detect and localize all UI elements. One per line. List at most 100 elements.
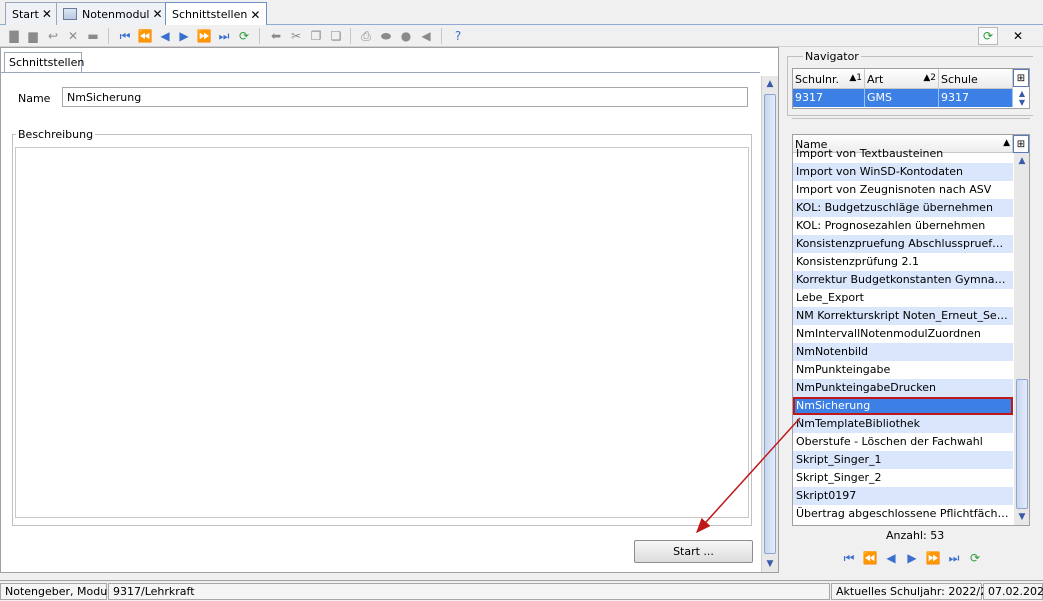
close-icon[interactable]: ✕ xyxy=(152,7,162,21)
list-item[interactable]: Lebe_Export xyxy=(793,289,1013,307)
script-list: Import von Textbausteinen Import von WinS… xyxy=(793,145,1013,523)
list-item[interactable]: NmIntervallNotenmodulZuordnen xyxy=(793,325,1013,343)
list-item[interactable]: NmPunkteingabe xyxy=(793,361,1013,379)
list-item[interactable]: Import von WinSD-Kontodaten xyxy=(793,163,1013,181)
tools-icon[interactable]: ⬬ xyxy=(378,28,394,44)
tab-label: Notenmodul xyxy=(82,7,150,21)
back-icon[interactable]: ⬅ xyxy=(268,28,284,44)
scroll-thumb[interactable] xyxy=(764,94,776,554)
next-icon[interactable]: ▶ xyxy=(903,549,921,567)
refresh-navigator-icon[interactable]: ⟳ xyxy=(978,27,998,45)
status-role: Notengeber, Modul xyxy=(0,583,110,600)
tab-start[interactable]: Start ✕ xyxy=(5,2,59,25)
close-icon[interactable]: ✕ xyxy=(1008,27,1028,45)
status-schoolyear: Aktuelles Schuljahr: 2022/23 xyxy=(831,583,994,600)
column-chooser-icon[interactable]: ⊞ xyxy=(1013,135,1029,153)
last-icon[interactable]: ⏭ xyxy=(945,549,963,567)
sort-icon: ▲2 xyxy=(923,73,936,83)
scroll-up-icon[interactable]: ▲ xyxy=(1014,89,1030,98)
navigator-controls: ⏮ ⏪ ◀ ▶ ⏩ ⏭ ⟳ xyxy=(840,549,990,567)
prev-icon[interactable]: ◀ xyxy=(157,28,173,44)
list-scrollbar[interactable]: ▲ ▼ xyxy=(1014,153,1029,525)
close-icon[interactable]: ✕ xyxy=(42,7,52,21)
list-item[interactable]: Import von Textbausteinen xyxy=(793,145,1013,163)
prev-icon[interactable]: ◀ xyxy=(882,549,900,567)
first-icon[interactable]: ⏮ xyxy=(117,28,133,44)
column-header-schule[interactable]: Schule xyxy=(939,69,1013,89)
list-item[interactable]: Übertrag abgeschlossene Pflichtfächer in… xyxy=(793,505,1013,523)
scroll-down-icon[interactable]: ▼ xyxy=(762,556,778,572)
cut-icon[interactable]: ✂ xyxy=(288,28,304,44)
status-date: 07.02.2023 xyxy=(983,583,1043,600)
list-item[interactable]: Import von Zeugnisnoten nach ASV xyxy=(793,181,1013,199)
scroll-down-icon[interactable]: ▼ xyxy=(1014,98,1030,107)
name-label: Name xyxy=(18,92,51,105)
tab-label: Start xyxy=(12,7,39,21)
first-icon[interactable]: ⏮ xyxy=(840,549,858,567)
description-textarea[interactable] xyxy=(15,147,749,518)
list-item[interactable]: NmPunkteingabeDrucken xyxy=(793,379,1013,397)
status-bar: Notengeber, Modul 9317/Lehrkraft Aktuell… xyxy=(0,580,1043,601)
tab-bar: Start ✕ Notenmodul ✕ Schnittstellen ✕ xyxy=(0,0,1043,26)
tab-notenmodul[interactable]: Notenmodul ✕ xyxy=(56,2,170,25)
next-icon[interactable]: ▶ xyxy=(176,28,192,44)
scroll-down-icon[interactable]: ▼ xyxy=(1014,509,1029,525)
next-page-icon[interactable]: ⏩ xyxy=(196,28,212,44)
scroll-thumb[interactable] xyxy=(1016,379,1028,509)
refresh-icon[interactable]: ⟳ xyxy=(966,549,984,567)
refresh-icon[interactable]: ⟳ xyxy=(236,28,252,44)
tab-schnittstellen[interactable]: Schnittstellen ✕ xyxy=(165,2,268,26)
column-header-art[interactable]: Art ▲2 xyxy=(865,69,939,89)
new-icon[interactable]: ▇ xyxy=(6,28,22,44)
subtab-schnittstellen[interactable]: Schnittstellen xyxy=(4,52,84,73)
record-count: Anzahl: 53 xyxy=(886,529,945,542)
list-item[interactable]: NM Korrekturskript Noten_Erneut_Setzen xyxy=(793,307,1013,325)
navigator-title: Navigator xyxy=(803,50,861,63)
bulb-icon[interactable]: ● xyxy=(398,28,414,44)
cell-schulnr[interactable]: 9317 xyxy=(793,89,865,107)
list-item[interactable]: NmNotenbild xyxy=(793,343,1013,361)
list-item[interactable]: Konsistenzprüfung 2.1 xyxy=(793,253,1013,271)
prev-page-icon[interactable]: ⏪ xyxy=(137,28,153,44)
list-item[interactable]: Korrektur Budgetkonstanten Gymnasien 202… xyxy=(793,271,1013,289)
name-input[interactable] xyxy=(62,87,748,107)
sort-icon: ▲1 xyxy=(849,73,862,83)
description-label: Beschreibung xyxy=(16,128,96,141)
toolbar: ▇ ▆ ↩ ✕ ▬ ⏮ ⏪ ◀ ▶ ⏩ ⏭ ⟳ ⬅ ✂ ❐ ❏ ⎙ ⬬ ● ◀ … xyxy=(0,25,1043,47)
school-grid: Schulnr. ▲1 Art ▲2 Schule ⊞ 9317 GMS 931… xyxy=(792,68,1030,109)
script-grid: Name ▲ ⊞ Import von Textbausteinen Import… xyxy=(792,134,1030,526)
comment-icon[interactable]: ▬ xyxy=(85,28,101,44)
list-item[interactable]: Skript_Singer_1 xyxy=(793,451,1013,469)
scroll-up-icon[interactable]: ▲ xyxy=(1014,153,1029,169)
help-icon[interactable]: ? xyxy=(450,28,466,44)
prev-page-icon[interactable]: ⏪ xyxy=(861,549,879,567)
close-icon[interactable]: ✕ xyxy=(250,8,260,22)
list-item[interactable]: NmTemplateBibliothek xyxy=(793,415,1013,433)
delete-icon[interactable]: ✕ xyxy=(65,28,81,44)
cell-art[interactable]: GMS xyxy=(865,89,939,107)
copy-icon[interactable]: ❐ xyxy=(308,28,324,44)
print-icon[interactable]: ⎙ xyxy=(358,28,374,44)
paste-icon[interactable]: ❏ xyxy=(328,28,344,44)
start-button[interactable]: Start ... xyxy=(634,540,753,563)
save-icon[interactable]: ▆ xyxy=(25,28,41,44)
cell-schule[interactable]: 9317 xyxy=(939,89,1013,107)
list-item[interactable]: KOL: Prognosezahlen übernehmen xyxy=(793,217,1013,235)
next-page-icon[interactable]: ⏩ xyxy=(924,549,942,567)
last-icon[interactable]: ⏭ xyxy=(216,28,232,44)
list-item[interactable]: NmSicherung xyxy=(793,397,1013,415)
scroll-up-icon[interactable]: ▲ xyxy=(762,76,778,92)
list-item[interactable]: Oberstufe - Löschen der Fachwahl xyxy=(793,433,1013,451)
megaphone-icon[interactable]: ◀ xyxy=(418,28,434,44)
column-header-schulnr[interactable]: Schulnr. ▲1 xyxy=(793,69,865,89)
status-user: 9317/Lehrkraft xyxy=(108,583,830,600)
form-scrollbar[interactable]: ▲ ▼ xyxy=(761,76,778,572)
list-item[interactable]: KOL: Budgetzuschläge übernehmen xyxy=(793,199,1013,217)
list-item[interactable]: Skript_Singer_2 xyxy=(793,469,1013,487)
undo-icon[interactable]: ↩ xyxy=(45,28,61,44)
list-item[interactable]: Konsistenzpruefung Abschlusspruefung 202… xyxy=(793,235,1013,253)
tab-label: Schnittstellen xyxy=(172,8,248,21)
table-icon xyxy=(63,8,77,20)
list-item[interactable]: Skript0197 xyxy=(793,487,1013,505)
column-chooser-icon[interactable]: ⊞ xyxy=(1013,69,1029,87)
